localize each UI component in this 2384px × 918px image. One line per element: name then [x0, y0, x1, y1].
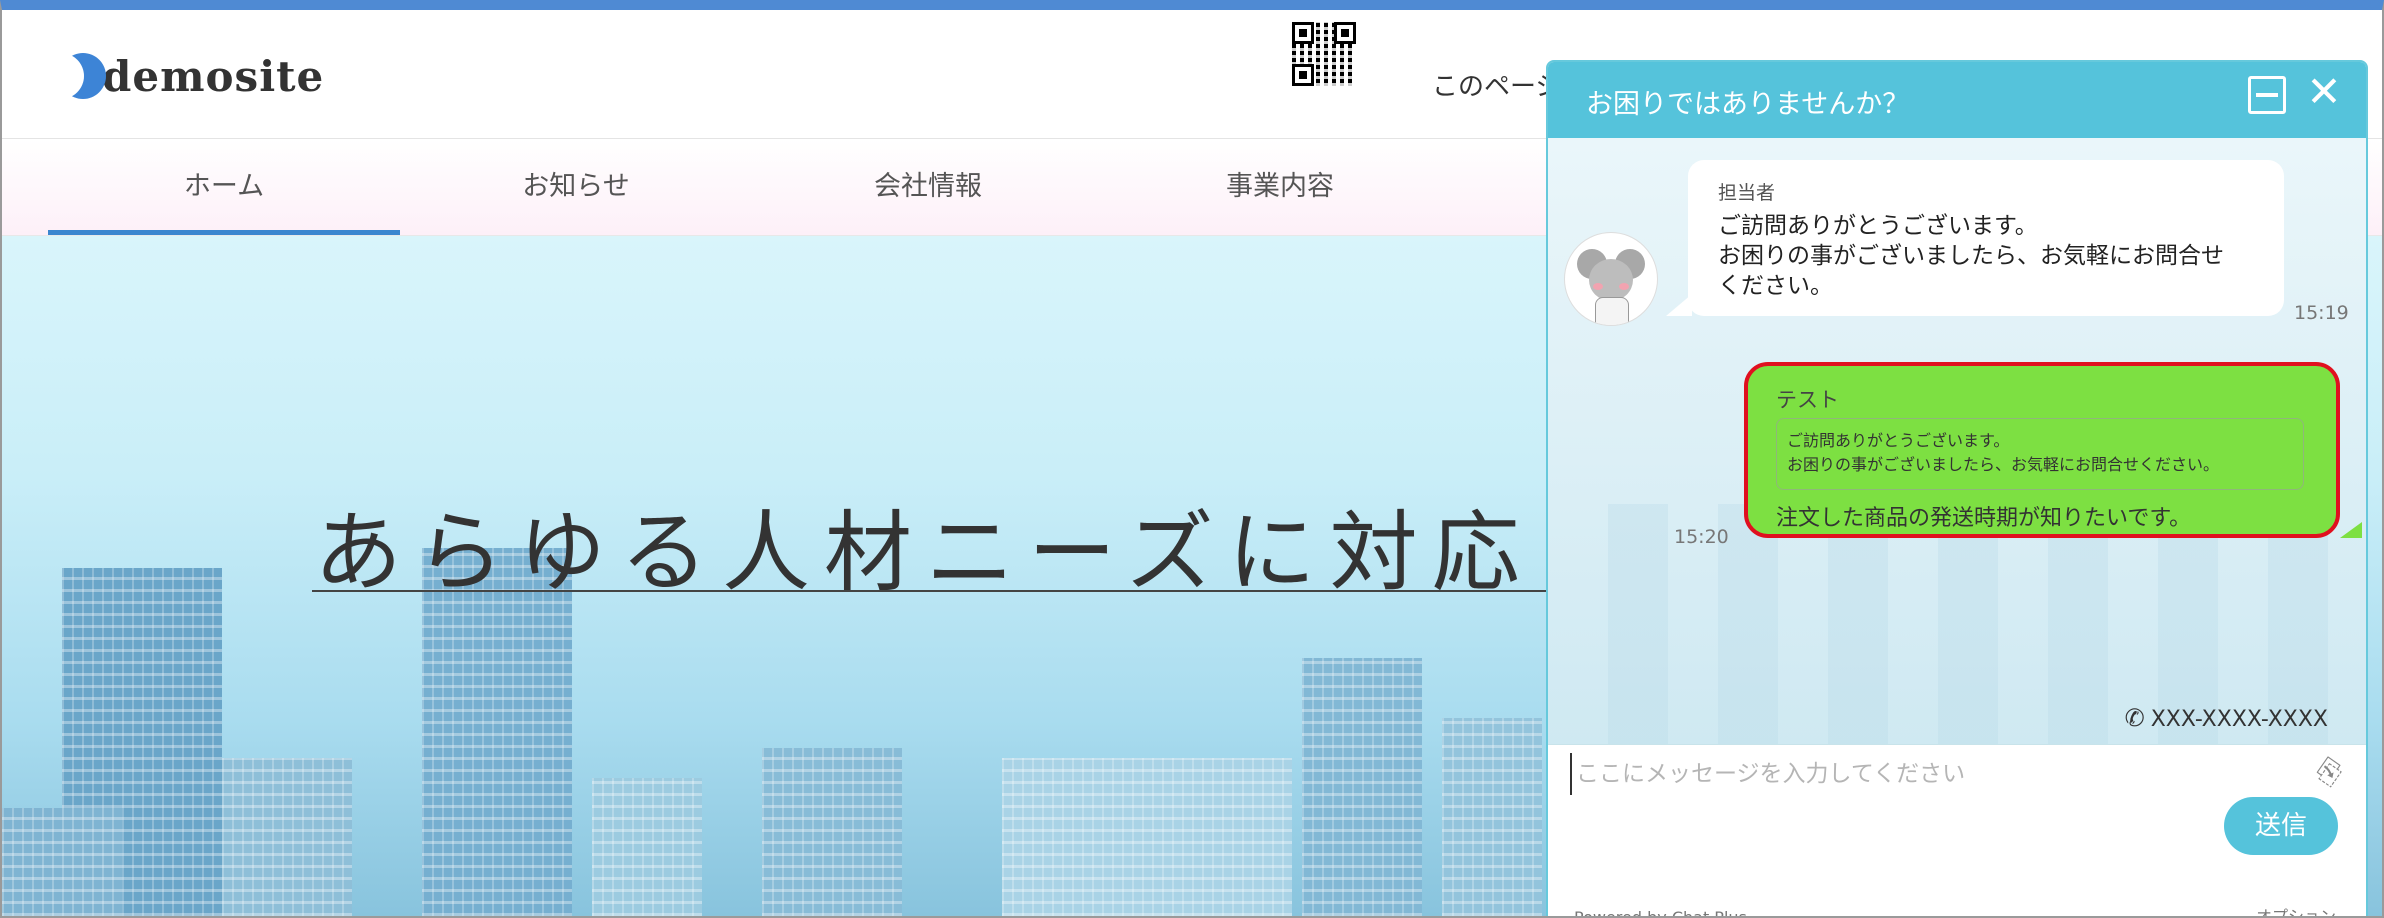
chat-widget: お困りではありませんか？ ✕ 担当者 ご訪問ありがとうございます。 お困りの事が… [1546, 60, 2368, 916]
minimize-icon[interactable] [2248, 76, 2286, 114]
building [762, 748, 902, 916]
building [1002, 758, 1292, 916]
browser-viewport: demosite このページ ホーム お知らせ 会社情報 事業内容 お問い合わ … [0, 0, 2384, 918]
nav-item-company[interactable]: 会社情報 [752, 139, 1104, 235]
nav-item-home[interactable]: ホーム [48, 139, 400, 235]
message-time: 15:20 [1674, 526, 1729, 548]
hero-underline [312, 590, 1552, 592]
close-icon[interactable]: ✕ [2302, 70, 2346, 114]
chat-messages[interactable]: 担当者 ご訪問ありがとうございます。 お困りの事がございましたら、お気軽にお問合… [1548, 138, 2366, 744]
nav-item-news[interactable]: お知らせ [400, 139, 752, 235]
outgoing-message: テスト ご訪問ありがとうございます。 お困りの事がございましたら、お気軽にお問合… [1744, 362, 2362, 538]
phone-icon: ✆ [2124, 704, 2145, 732]
building [2, 808, 122, 916]
building [1302, 658, 1422, 916]
message-time: 15:19 [2294, 302, 2349, 324]
incoming-message: 担当者 ご訪問ありがとうございます。 お困りの事がございましたら、お気軽にお問合… [1666, 160, 2284, 316]
phone-number: XXX-XXXX-XXXX [2150, 707, 2328, 732]
site-logo[interactable]: demosite [38, 52, 325, 101]
building [222, 758, 352, 916]
header-note: このページ [1432, 72, 1562, 102]
logo-text: demosite [102, 52, 325, 101]
chat-input-area: ⎘ 送信 Powered by Chat Plus オプション [1548, 744, 2366, 916]
message-sender: 担当者 [1718, 182, 1776, 204]
logo-mark-icon [38, 52, 106, 101]
message-input[interactable] [1570, 753, 2278, 795]
phone-contact[interactable]: ✆ XXX-XXXX-XXXX [2125, 704, 2328, 732]
options-link[interactable]: オプション [2256, 903, 2336, 916]
message-text: 注文した商品の発送時期が知りたいです。 [1776, 506, 2192, 531]
send-button[interactable]: 送信 [2224, 797, 2338, 855]
powered-by-link[interactable]: Powered by Chat Plus [1574, 908, 1747, 916]
nav-item-business[interactable]: 事業内容 [1104, 139, 1456, 235]
chat-header[interactable]: お困りではありませんか？ ✕ [1548, 62, 2366, 138]
building [1442, 718, 1542, 916]
agent-avatar [1564, 232, 1658, 326]
paperclip-icon[interactable]: ⎘ [2310, 752, 2347, 793]
quoted-message: ご訪問ありがとうございます。 お困りの事がございましたら、お気軽にお問合せくださ… [1776, 418, 2304, 490]
building [592, 778, 702, 916]
message-sender: テスト [1776, 388, 1839, 412]
qr-code-icon [1290, 20, 1358, 88]
message-text: ご訪問ありがとうございます。 お困りの事がございましたら、お気軽にお問合せ くだ… [1718, 213, 2224, 299]
chat-title: お困りではありませんか？ [1586, 89, 1910, 120]
